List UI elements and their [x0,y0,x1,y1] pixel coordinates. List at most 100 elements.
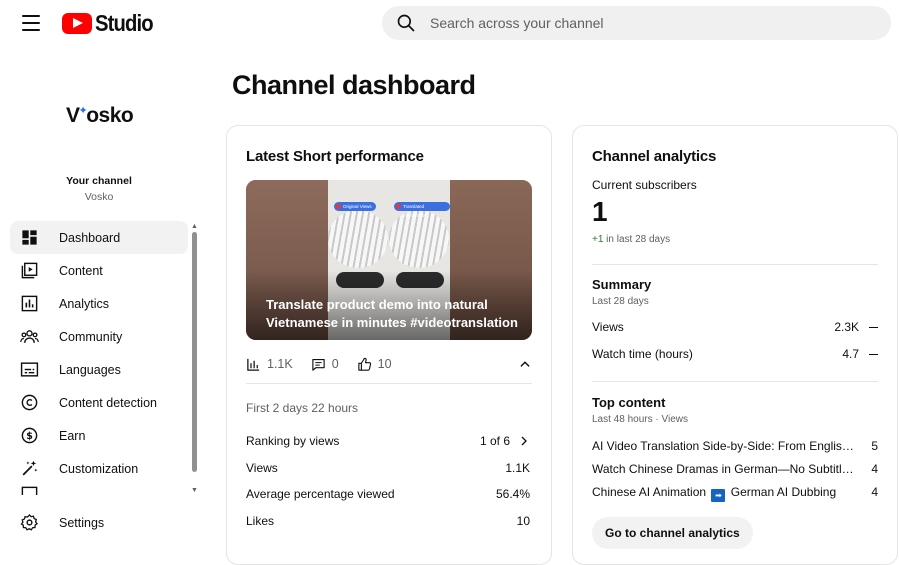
original-pill: Original Views [334,202,376,211]
sidebar-item-languages[interactable]: Languages [10,353,188,386]
dashboard-icon [22,230,37,245]
dash-icon [869,353,878,355]
summary-views-row: Views 2.3K [592,320,878,334]
metric-value: 10 [516,514,530,528]
dash-icon [869,326,878,328]
sidebar-item-label: Customization [59,461,139,476]
sidebar-item-content-detection[interactable]: Content detection [10,386,188,419]
sidebar-nav: Dashboard Content Analytics Community La… [10,221,188,495]
translated-pill: Translated Vietnamese [394,202,450,218]
metric-value: 1.1K [505,461,530,475]
top-content-title-a: Chinese AI Animation [592,485,707,499]
fan-image [328,210,388,268]
top-content-title: Top content [592,395,666,410]
analytics-icon [21,295,38,312]
svg-text:$: $ [26,431,33,442]
summary-label: Watch time (hours) [592,347,693,361]
sidebar-item-label: Analytics [59,296,110,311]
likes-stat: 10 [357,357,392,372]
settings-label: Settings [59,515,105,530]
scroll-up-arrow[interactable]: ▲ [191,223,198,230]
summary-period: Last 28 days [592,296,649,307]
metric-label: Ranking by views [246,434,340,448]
sidebar-item-label: Dashboard [59,230,121,245]
channel-analytics-card: Channel analytics Current subscribers 1 … [572,125,898,565]
sparkle-icon: ✦ [78,105,88,117]
top-content-value: 5 [871,439,878,453]
search-bar[interactable] [382,6,891,40]
sidebar-item-dashboard[interactable]: Dashboard [10,221,188,254]
top-bar: Studio [0,0,900,46]
metric-views: Views 1.1K [246,461,530,475]
card-title: Channel analytics [592,148,717,165]
top-content-value: 4 [871,462,878,476]
content-icon [21,262,38,279]
top-content-title-b: German AI Dubbing [730,485,837,499]
search-input[interactable] [430,15,850,31]
views-count: 1.1K [267,357,293,371]
short-stats: 1.1K 0 10 [246,354,532,374]
metric-label: Views [246,461,278,475]
sidebar-item-label: Languages [59,362,121,377]
sidebar-item-partial [10,485,188,495]
short-title: Translate product demo into natural Viet… [266,297,518,330]
summary-watchtime-row: Watch time (hours) 4.7 [592,347,878,361]
metric-ranking[interactable]: Ranking by views 1 of 6 [246,434,530,448]
sidebar-item-settings[interactable]: Settings [10,506,188,539]
metric-label: Average percentage viewed [246,487,395,501]
sidebar-item-customization[interactable]: Customization [10,452,188,485]
sidebar-item-content[interactable]: Content [10,254,188,287]
top-content-item[interactable]: AI Video Translation Side-by-Side: From … [592,439,878,453]
summary-value: 4.7 [842,347,859,361]
dollar-icon: $ [21,427,38,444]
youtube-play-icon [62,13,92,34]
channel-name: Vosko [84,191,114,203]
sidebar-item-community[interactable]: Community [10,320,188,353]
metric-label: Likes [246,514,275,528]
channel-logo-prefix: V [66,104,80,127]
magic-wand-icon [22,460,38,476]
copyright-icon [21,394,38,411]
metric-value: 56.4% [495,487,530,501]
top-content-item[interactable]: Chinese AI Animation ➡ German AI Dubbing… [592,485,878,502]
logo-text: Studio [95,10,154,36]
latest-short-card: Latest Short performance Original Views … [226,125,552,565]
sidebar-item-label: Earn [59,428,86,443]
chevron-right-icon[interactable] [518,435,530,447]
sidebar-settings: Settings [10,506,188,539]
metric-likes: Likes 10 [246,514,530,528]
delta-value: +1 [592,234,604,245]
chevron-up-icon[interactable] [518,357,532,371]
channel-logo-rest: osko [86,104,134,127]
top-content-title-text: AI Video Translation Side-by-Side: From … [592,439,860,453]
summary-title: Summary [592,277,652,292]
top-content-value: 4 [871,485,878,499]
community-icon [20,330,39,343]
sidebar-item-earn[interactable]: $ Earn [10,419,188,452]
sidebar-scrollbar[interactable] [192,232,197,472]
short-thumbnail[interactable]: Original Views Translated Vietnamese Tra… [246,180,532,340]
top-content-item[interactable]: Watch Chinese Dramas in German—No Subtit… [592,462,878,476]
summary-label: Views [592,320,624,334]
comment-icon [312,358,325,371]
delta-text: in last 28 days [603,234,671,245]
comments-count: 0 [331,357,339,371]
likes-count: 10 [377,357,392,371]
studio-logo[interactable]: Studio [62,10,161,37]
first-period-label: First 2 days 22 hours [246,401,359,415]
sidebar-item-label: Community [59,329,123,344]
channel-logo[interactable]: V✦osko [66,104,134,128]
menu-icon[interactable] [18,12,44,34]
audio-library-icon [21,486,38,495]
card-title: Latest Short performance [246,148,424,165]
comments-stat: 0 [311,357,339,372]
page-title: Channel dashboard [232,70,476,100]
sidebar-item-analytics[interactable]: Analytics [10,287,188,320]
subscribers-delta: +1 in last 28 days [592,234,670,245]
gear-icon [20,514,38,531]
go-to-analytics-button[interactable]: Go to channel analytics [592,517,753,549]
scroll-down-arrow[interactable]: ▼ [191,487,198,494]
your-channel-label: Your channel [66,175,132,187]
top-content-title-composite: Chinese AI Animation ➡ German AI Dubbing [592,485,860,502]
languages-icon [20,362,39,377]
